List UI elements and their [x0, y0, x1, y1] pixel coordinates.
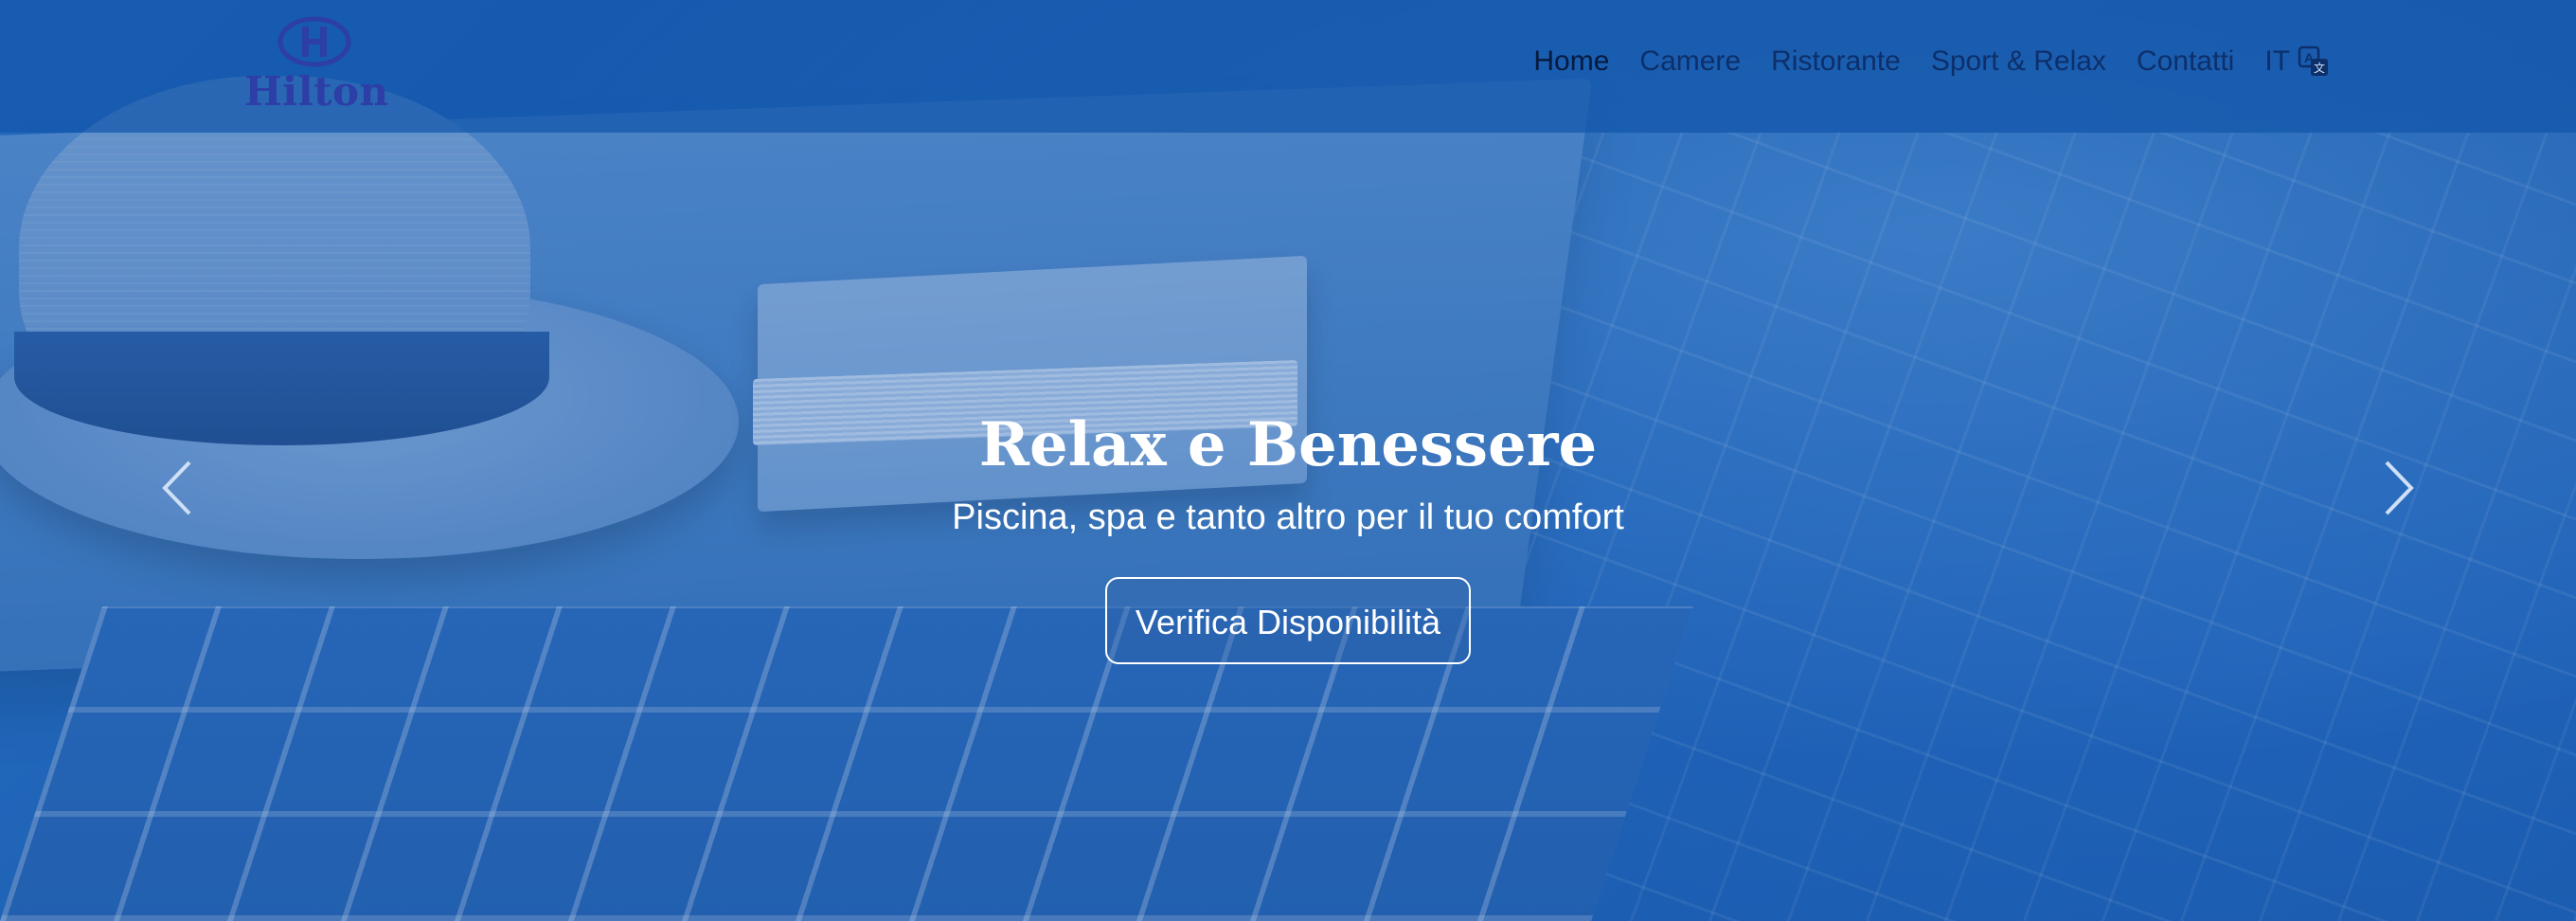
- nav-item-sport-relax[interactable]: Sport & Relax: [1931, 45, 2106, 78]
- language-switcher[interactable]: IT A 文: [2264, 45, 2330, 78]
- main-menu: Home Camere Ristorante Sport & Relax Con…: [1533, 0, 2330, 123]
- hero-title: Relax e Benessere: [978, 409, 1598, 480]
- translate-icon: A 文: [2298, 45, 2328, 76]
- svg-text:文: 文: [2314, 61, 2325, 75]
- navbar: Hilton Home Camere Ristorante Sport & Re…: [0, 0, 2576, 133]
- check-availability-button[interactable]: Verifica Disponibilità: [1104, 577, 1472, 664]
- logo-link[interactable]: Hilton: [244, 15, 389, 116]
- hilton-logo-emblem: [277, 16, 351, 67]
- hero-carousel: Hilton Home Camere Ristorante Sport & Re…: [0, 0, 2576, 921]
- hero-subtitle: Piscina, spa e tanto altro per il tuo co…: [952, 497, 1624, 537]
- logo-wordmark: Hilton: [244, 68, 389, 115]
- nav-item-ristorante[interactable]: Ristorante: [1771, 45, 1901, 78]
- nav-item-camere[interactable]: Camere: [1639, 45, 1741, 78]
- nav-item-home[interactable]: Home: [1533, 45, 1609, 78]
- nav-item-contatti[interactable]: Contatti: [2137, 45, 2234, 78]
- language-label: IT: [2264, 45, 2290, 77]
- carousel-caption: Relax e Benessere Piscina, spa e tanto a…: [0, 403, 2576, 664]
